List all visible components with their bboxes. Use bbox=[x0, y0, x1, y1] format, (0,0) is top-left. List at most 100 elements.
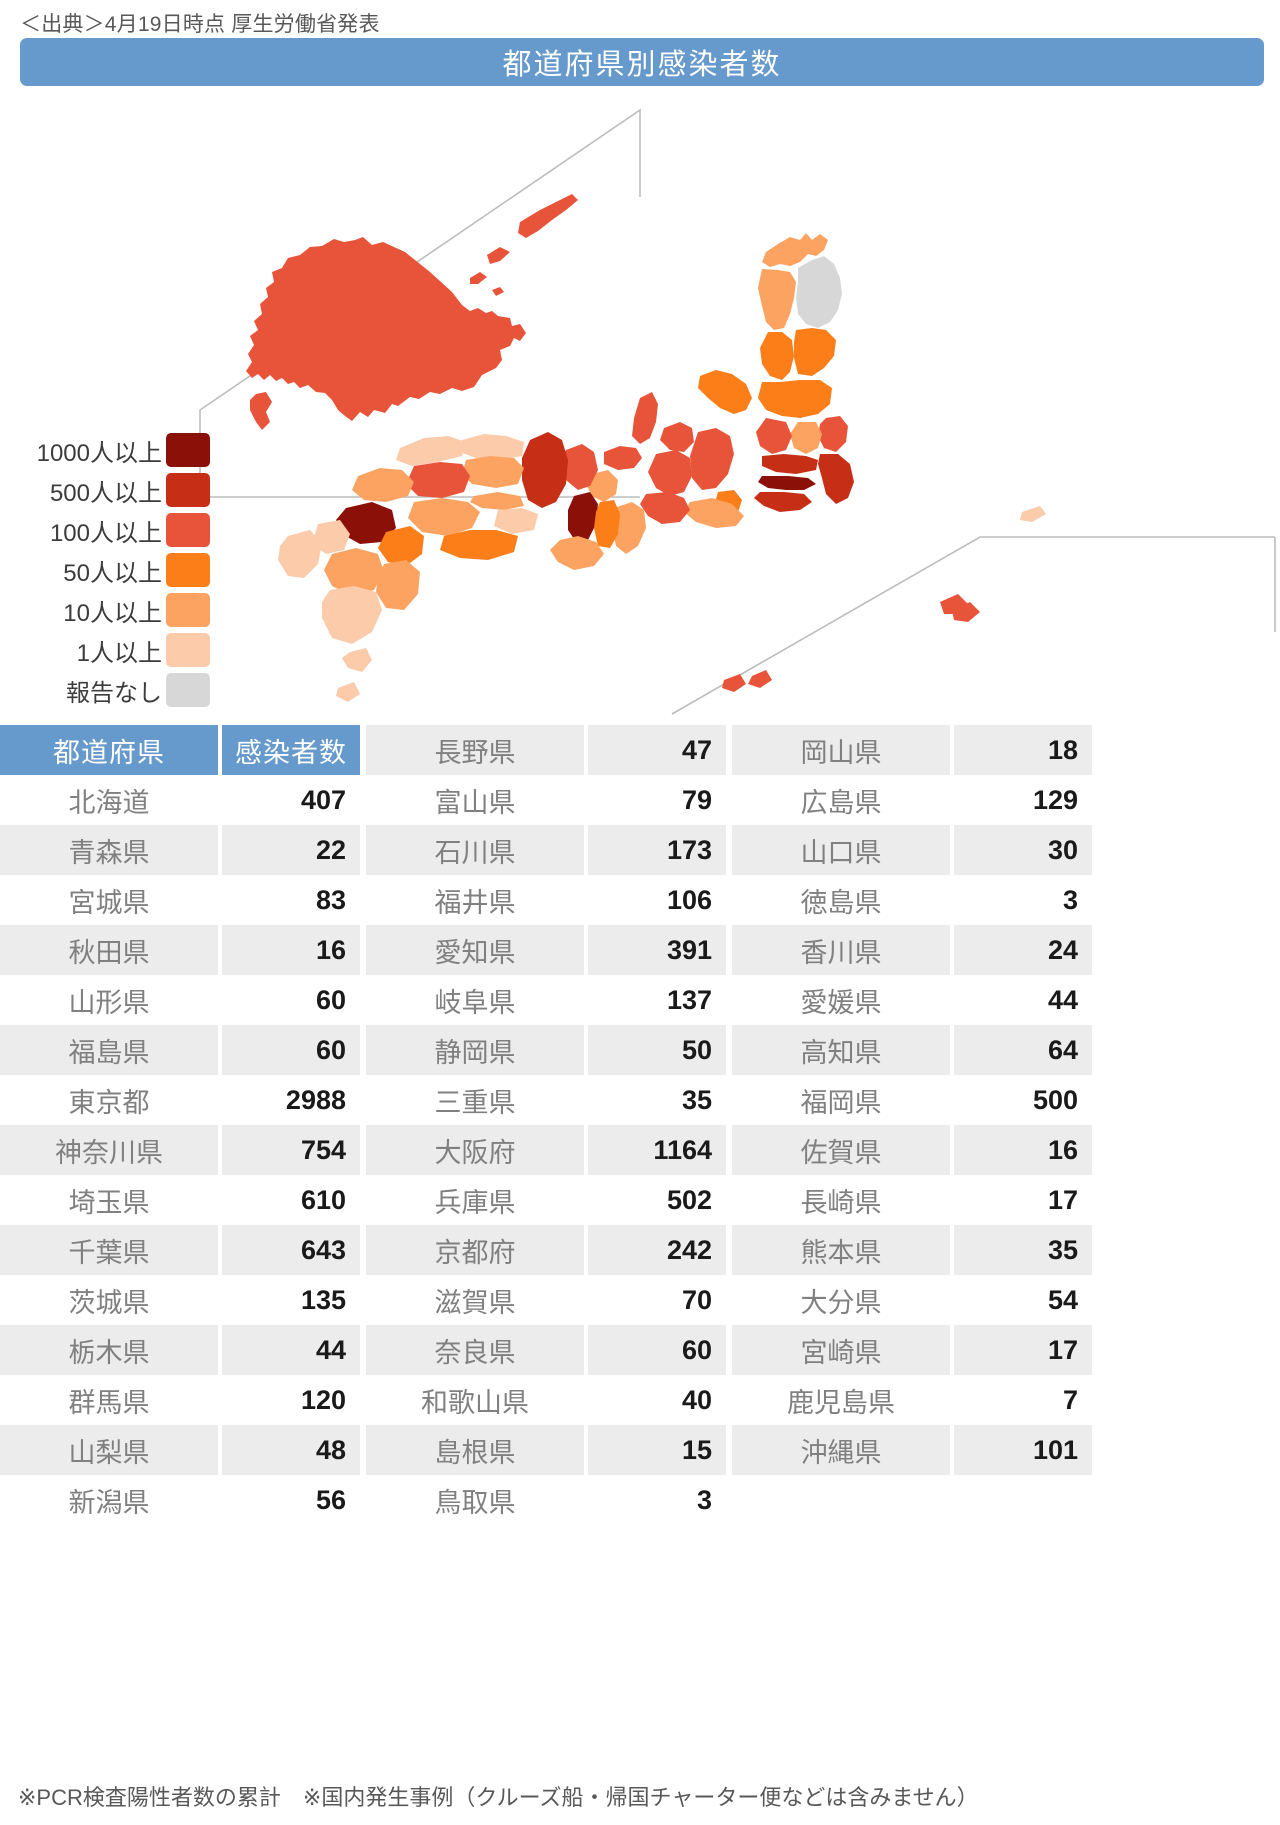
legend-label: 報告なし bbox=[66, 679, 162, 707]
prefecture-name: 福島県 bbox=[0, 1025, 218, 1075]
region-wakayama bbox=[550, 536, 604, 570]
header-prefecture: 都道府県 bbox=[0, 725, 218, 775]
table-row: 茨城県 135 bbox=[0, 1275, 360, 1325]
region-ishikawa bbox=[632, 392, 658, 444]
region-iwate bbox=[796, 256, 842, 328]
region-gunma bbox=[756, 418, 792, 454]
infection-count: 60 bbox=[588, 1325, 726, 1375]
infection-count: 47 bbox=[588, 725, 726, 775]
prefecture-name: 香川県 bbox=[732, 925, 950, 975]
prefecture-name: 兵庫県 bbox=[434, 1187, 516, 1218]
table-row: 三重県 35 bbox=[366, 1075, 726, 1125]
table-row: 福井県 106 bbox=[366, 875, 726, 925]
region-nagasaki bbox=[278, 530, 322, 578]
infection-count: 79 bbox=[681, 784, 712, 815]
table-row: 岐阜県 137 bbox=[366, 975, 726, 1025]
prefecture-name: 島根県 bbox=[366, 1425, 584, 1475]
prefecture-name: 山口県 bbox=[732, 825, 950, 875]
infection-count: 16 bbox=[954, 1125, 1092, 1175]
infection-count: 129 bbox=[1032, 784, 1078, 815]
table-row: 秋田県 16 bbox=[0, 925, 360, 975]
infection-count: 60 bbox=[222, 1025, 360, 1075]
prefecture-name: 北海道 bbox=[68, 787, 150, 818]
prefecture-name: 山梨県 bbox=[0, 1425, 218, 1475]
prefecture-name: 大分県 bbox=[800, 1287, 882, 1318]
infection-count: 24 bbox=[954, 925, 1092, 975]
region-yamagata bbox=[760, 332, 794, 380]
infection-count: 2988 bbox=[285, 1084, 346, 1115]
infection-count: 83 bbox=[315, 884, 346, 915]
table-row: 佐賀県 16 bbox=[732, 1125, 1092, 1175]
infection-count: 135 bbox=[300, 1284, 346, 1315]
infection-count: 54 bbox=[1047, 1284, 1078, 1315]
table-row: 山口県 30 bbox=[732, 825, 1092, 875]
map-legend: 1000人以上 500人以上 100人以上 50人以上 10人以上 1人以上 報… bbox=[18, 430, 210, 710]
table-row: 奈良県 60 bbox=[366, 1325, 726, 1375]
prefecture-name: 宮崎県 bbox=[732, 1325, 950, 1375]
prefecture-name: 徳島県 bbox=[800, 887, 882, 918]
region-aichi bbox=[640, 492, 690, 524]
table-row: 岡山県 18 bbox=[732, 725, 1092, 775]
infection-count: 173 bbox=[588, 825, 726, 875]
legend-swatch-50 bbox=[166, 553, 210, 587]
region-fukushima bbox=[758, 380, 832, 418]
table-row: 香川県 24 bbox=[732, 925, 1092, 975]
legend-item: 10人以上 bbox=[18, 590, 210, 630]
table-row: 熊本県 35 bbox=[732, 1225, 1092, 1275]
prefecture-name: 埼玉県 bbox=[68, 1187, 150, 1218]
infection-count: 60 bbox=[315, 984, 346, 1015]
table-row: 福岡県 500 bbox=[732, 1075, 1092, 1125]
region-kanagawa bbox=[754, 492, 812, 512]
prefecture-name: 熊本県 bbox=[732, 1225, 950, 1275]
table-row: 宮崎県 17 bbox=[732, 1325, 1092, 1375]
infection-count: 502 bbox=[666, 1184, 712, 1215]
table-row: 富山県 79 bbox=[366, 775, 726, 825]
prefecture-name: 長野県 bbox=[366, 725, 584, 775]
legend-label: 1000人以上 bbox=[36, 439, 162, 467]
table-row: 群馬県 120 bbox=[0, 1375, 360, 1425]
prefecture-name: 岐阜県 bbox=[434, 987, 516, 1018]
infection-count: 3 bbox=[696, 1484, 712, 1515]
region-kyushu bbox=[278, 502, 424, 702]
table-row: 和歌山県 40 bbox=[366, 1375, 726, 1425]
infection-count: 35 bbox=[954, 1225, 1092, 1275]
region-tokushima bbox=[494, 508, 538, 534]
region-miyazaki bbox=[376, 560, 420, 610]
infection-count: 30 bbox=[954, 825, 1092, 875]
legend-swatch-500 bbox=[166, 473, 210, 507]
prefecture-name: 鹿児島県 bbox=[787, 1387, 895, 1418]
table-row: 栃木県 44 bbox=[0, 1325, 360, 1375]
prefecture-name: 茨城県 bbox=[68, 1287, 150, 1318]
infection-count: 16 bbox=[222, 925, 360, 975]
prefecture-name: 佐賀県 bbox=[732, 1125, 950, 1175]
footnote: ※PCR検査陽性者数の累計 ※国内発生事例（クルーズ船・帰国チャーター便などは含… bbox=[18, 1785, 979, 1810]
region-ibaraki bbox=[818, 416, 848, 452]
table-row: 宮城県 83 bbox=[0, 875, 360, 925]
region-chiba bbox=[818, 454, 854, 504]
region-shimane bbox=[396, 436, 466, 466]
table-row: 沖縄県 101 bbox=[732, 1425, 1092, 1475]
table-row: 北海道 407 bbox=[0, 775, 360, 825]
infection-count: 610 bbox=[300, 1184, 346, 1215]
table-empty-cell bbox=[732, 1475, 1092, 1525]
table-row: 鳥取県 3 bbox=[366, 1475, 726, 1525]
prefecture-name: 沖縄県 bbox=[732, 1425, 950, 1475]
prefecture-name: 愛知県 bbox=[366, 925, 584, 975]
source-attribution: ＜出典＞4月19日時点 厚生労働省発表 bbox=[20, 13, 380, 36]
region-tochigi bbox=[790, 422, 822, 454]
infection-count: 137 bbox=[666, 984, 712, 1015]
table-header-row: 都道府県 感染者数 bbox=[0, 725, 360, 775]
infection-count: 1164 bbox=[588, 1125, 726, 1175]
infection-count: 40 bbox=[681, 1384, 712, 1415]
region-kagawa bbox=[470, 492, 524, 510]
infection-count: 22 bbox=[222, 825, 360, 875]
infection-count: 44 bbox=[1047, 984, 1078, 1015]
region-hokkaido bbox=[246, 194, 578, 430]
region-tohoku bbox=[758, 233, 842, 418]
infection-count: 407 bbox=[300, 784, 346, 815]
region-kochi bbox=[440, 530, 518, 560]
infection-count: 3 bbox=[1062, 884, 1078, 915]
prefecture-name: 神奈川県 bbox=[0, 1125, 218, 1175]
region-chubu bbox=[604, 392, 744, 554]
region-niigata bbox=[698, 370, 752, 414]
